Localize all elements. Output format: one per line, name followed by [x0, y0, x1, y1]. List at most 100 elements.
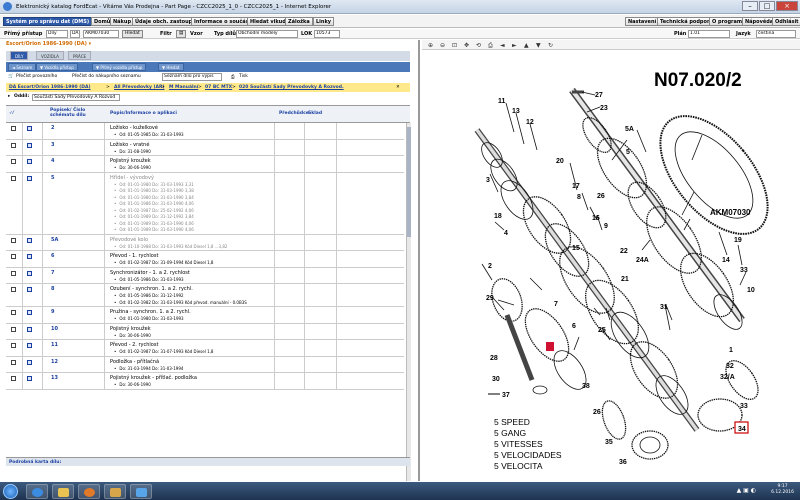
taskbar-media-button[interactable] — [78, 484, 100, 499]
lang-select[interactable]: čeština — [756, 30, 796, 38]
row-checkbox[interactable] — [11, 237, 16, 243]
reset-icon[interactable]: ⟲ — [476, 42, 481, 49]
table-row[interactable]: 3 Ložisko - vratnéDo: 31-08-1990 — [6, 139, 404, 156]
callout-20[interactable]: 20 — [556, 158, 564, 165]
part-info-icon[interactable] — [27, 343, 32, 348]
callout-25[interactable]: 25 — [598, 327, 606, 334]
menu-logout[interactable]: Odhlásit se — [772, 17, 800, 26]
callout-7[interactable]: 7 — [554, 301, 558, 308]
table-row[interactable]: 6 Převod - 1. rychlostOd: 01-02-1987 Do: … — [6, 251, 404, 268]
section-select[interactable]: Součásti Sady Převodovky A Rozvod — [32, 94, 120, 101]
fit-icon[interactable]: ⊡ — [452, 42, 457, 49]
filter-toggle-button[interactable]: ▤ — [176, 30, 187, 38]
table-row[interactable]: 2 Ložisko - kuželkovéOd: 01-05-1985 Do: 3… — [6, 123, 404, 140]
table-row[interactable]: 12 Podložka - přítlačnáDo: 31-03-1994 Do:… — [6, 356, 404, 373]
add-to-list-link[interactable]: Přečíst do nákupního seznamu — [72, 74, 141, 79]
breadcrumb-manual[interactable]: M Manuální — [169, 85, 198, 90]
table-row[interactable]: 11 Převod - 2. rychlostOd: 01-02-1987 Do:… — [6, 340, 404, 357]
pan-down-icon[interactable]: ▼ — [536, 42, 541, 49]
taskbar-clock[interactable]: 9:17 6.12.2016 — [771, 484, 794, 496]
search-button[interactable]: Hledat — [122, 30, 143, 38]
print-icon[interactable]: ⎙ — [231, 74, 235, 80]
minimize-button[interactable]: – — [742, 1, 758, 11]
print-diagram-icon[interactable]: ⎙ — [488, 42, 493, 50]
part-position[interactable]: 6 — [51, 253, 54, 259]
row-checkbox[interactable] — [11, 175, 16, 181]
year-select[interactable]: 1.01 — [688, 30, 730, 38]
part-position[interactable]: 9 — [51, 309, 54, 315]
close-icon[interactable]: ✕ — [396, 85, 400, 90]
callout-36[interactable]: 36 — [619, 459, 627, 466]
menu-dms[interactable]: Systém pro správu dat (DMS) — [3, 17, 93, 26]
taskbar-explorer-button[interactable] — [52, 484, 74, 499]
callout-15[interactable]: 15 — [572, 245, 580, 252]
callout-33-top[interactable]: 33 — [740, 267, 748, 274]
row-checkbox[interactable] — [11, 159, 16, 164]
callout-2[interactable]: 2 — [488, 263, 492, 270]
callout-17[interactable]: 17 — [572, 183, 580, 190]
model-selector[interactable]: Escort/Orion 1986-1990 (DA) ▾ — [6, 41, 91, 47]
callout-5[interactable]: 5 — [626, 149, 630, 156]
cart-icon[interactable]: 🛒 — [8, 74, 14, 79]
callout-32[interactable]: 32 — [726, 363, 734, 370]
callout-10[interactable]: 10 — [747, 287, 755, 294]
table-row[interactable]: 13 Pojistný kroužek - přítlač. podložkaDo… — [6, 373, 404, 390]
row-checkbox[interactable] — [11, 376, 16, 381]
zoom-in-icon[interactable]: ⊕ — [428, 42, 433, 49]
row-checkbox[interactable] — [11, 126, 16, 131]
part-info-icon[interactable] — [27, 237, 32, 243]
print-link[interactable]: Tisk — [239, 74, 248, 79]
lok-select[interactable]: 10573 — [314, 30, 340, 38]
part-info-icon[interactable] — [27, 310, 32, 315]
table-row[interactable]: 10 Pojistný kroužekDo: 30-06-1990 — [6, 323, 404, 340]
close-button[interactable]: × — [776, 1, 798, 11]
callout-1[interactable]: 1 — [729, 347, 733, 354]
table-row[interactable]: 5A Převodové koloOd: 01-10-1988 Do: 31-03… — [6, 234, 404, 251]
part-info-icon[interactable] — [27, 376, 32, 381]
code-input[interactable]: AKM07030 — [83, 30, 119, 38]
part-info-icon[interactable] — [27, 326, 32, 332]
part-info-icon[interactable] — [27, 287, 32, 292]
taskbar-ecat-button[interactable] — [130, 484, 152, 499]
read-operational-link[interactable]: Přečíst provozního — [16, 74, 57, 79]
callout-16[interactable]: 16 — [592, 215, 600, 222]
pan-up-icon[interactable]: ▲ — [524, 42, 529, 49]
menu-tech-support[interactable]: Technická podpora — [657, 17, 716, 26]
row-checkbox[interactable] — [11, 287, 16, 292]
callout-30[interactable]: 30 — [492, 376, 500, 383]
pan-left-icon[interactable]: ◄ — [500, 42, 505, 49]
callout-31[interactable]: 31 — [660, 304, 668, 311]
callout-38[interactable]: 38 — [582, 383, 590, 390]
row-checkbox[interactable] — [11, 343, 16, 348]
callout-22[interactable]: 22 — [620, 248, 628, 255]
callout-34[interactable]: 34 — [738, 426, 746, 433]
part-position[interactable]: 12 — [51, 359, 58, 365]
parts-scrollbar[interactable] — [406, 123, 411, 481]
market-input[interactable]: DA — [70, 30, 80, 38]
part-info-icon[interactable] — [27, 142, 32, 148]
menu-settings[interactable]: Nastavení — [625, 17, 660, 26]
part-info-icon[interactable] — [27, 126, 32, 131]
col-header-stock[interactable]: Sklad — [308, 111, 322, 116]
menu-links[interactable]: Linky — [313, 17, 335, 26]
callout-5a[interactable]: 5A — [625, 126, 634, 133]
menu-bookmark[interactable]: Záložka — [285, 17, 313, 26]
callout-8[interactable]: 8 — [577, 194, 581, 201]
expand-icon[interactable]: ▸ — [8, 94, 10, 99]
breadcrumb-mtx[interactable]: 07 BC MTX — [205, 85, 232, 90]
callout-28[interactable]: 28 — [490, 355, 498, 362]
part-position[interactable]: 13 — [51, 375, 58, 381]
callout-19[interactable]: 19 — [734, 237, 742, 244]
callout-14[interactable]: 14 — [722, 257, 730, 264]
callout-27[interactable]: 27 — [595, 92, 603, 99]
menu-purchase[interactable]: Nákup — [110, 17, 135, 26]
part-position[interactable]: 4 — [51, 158, 54, 164]
col-header-position[interactable]: Popisek/ Číslo schématu dílu — [50, 108, 104, 118]
table-row[interactable]: 5Hřídel - vývodovýOd: 01-01-1980 Do: 31-… — [6, 172, 404, 235]
col-header-description[interactable]: Popis/Informace o aplikaci — [110, 111, 177, 116]
part-position[interactable]: 3 — [51, 142, 54, 148]
start-button[interactable] — [3, 484, 18, 499]
callout-23[interactable]: 23 — [600, 105, 608, 112]
view-label[interactable]: Vzor — [190, 31, 203, 37]
table-row[interactable]: 8Ozubení - synchron. 1. a 2. rychl.Od: 0… — [6, 284, 404, 307]
